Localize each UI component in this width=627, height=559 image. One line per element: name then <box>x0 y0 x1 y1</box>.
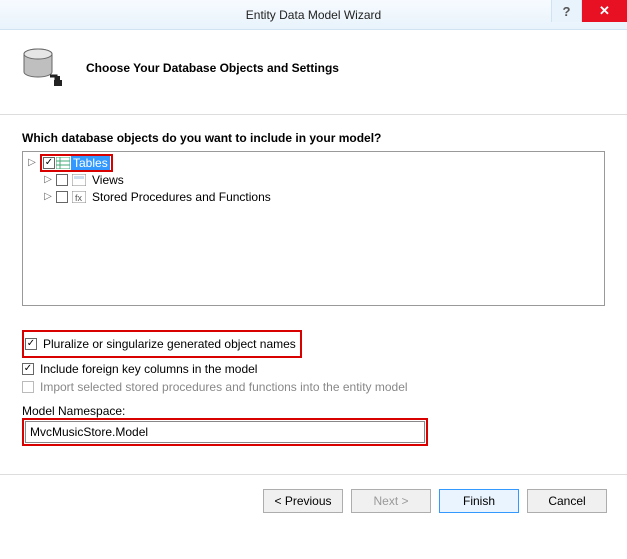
titlebar: Entity Data Model Wizard ? ✕ <box>0 0 627 30</box>
checkbox[interactable] <box>56 191 68 203</box>
wizard-footer: < Previous Next > Finish Cancel <box>0 475 627 527</box>
help-button[interactable]: ? <box>551 0 581 22</box>
option-label: Pluralize or singularize generated objec… <box>43 337 296 351</box>
option-pluralize[interactable]: Pluralize or singularize generated objec… <box>25 337 296 351</box>
objects-question: Which database objects do you want to in… <box>22 131 605 145</box>
checkbox[interactable] <box>43 157 55 169</box>
sproc-icon: fx <box>71 191 87 203</box>
tree-item-label: Stored Procedures and Functions <box>90 190 273 204</box>
cancel-button[interactable]: Cancel <box>527 489 607 513</box>
previous-button[interactable]: < Previous <box>263 489 343 513</box>
window-title: Entity Data Model Wizard <box>0 8 627 22</box>
namespace-label: Model Namespace: <box>22 404 605 418</box>
option-label: Import selected stored procedures and fu… <box>40 380 408 394</box>
next-button: Next > <box>351 489 431 513</box>
checkbox[interactable] <box>25 338 37 350</box>
options-section: Pluralize or singularize generated objec… <box>22 330 605 446</box>
objects-tree[interactable]: ▷ Tables ▷ Views ▷ fx Stored Procedur <box>22 151 605 306</box>
annotation-highlight: Pluralize or singularize generated objec… <box>22 330 302 358</box>
option-import-sprocs: Import selected stored procedures and fu… <box>22 380 605 394</box>
tree-item-views[interactable]: ▷ Views <box>43 171 600 188</box>
tree-item-label: Tables <box>71 156 110 170</box>
svg-text:fx: fx <box>75 193 83 203</box>
expander-icon[interactable]: ▷ <box>27 157 37 168</box>
database-icon <box>20 44 68 92</box>
view-icon <box>71 174 87 186</box>
option-foreign-keys[interactable]: Include foreign key columns in the model <box>22 362 605 376</box>
finish-button[interactable]: Finish <box>439 489 519 513</box>
tree-item-label: Views <box>90 173 126 187</box>
wizard-content: Which database objects do you want to in… <box>0 115 627 456</box>
tree-item-tables[interactable]: ▷ Tables <box>27 154 600 171</box>
annotation-highlight: Tables <box>40 154 113 172</box>
wizard-header-title: Choose Your Database Objects and Setting… <box>86 61 339 75</box>
wizard-header: Choose Your Database Objects and Setting… <box>0 30 627 115</box>
checkbox[interactable] <box>22 363 34 375</box>
checkbox <box>22 381 34 393</box>
expander-icon[interactable]: ▷ <box>43 191 53 202</box>
window-controls: ? ✕ <box>551 0 627 22</box>
table-icon <box>55 157 71 169</box>
option-label: Include foreign key columns in the model <box>40 362 257 376</box>
expander-icon[interactable]: ▷ <box>43 174 53 185</box>
close-button[interactable]: ✕ <box>581 0 627 22</box>
checkbox[interactable] <box>56 174 68 186</box>
tree-item-sprocs[interactable]: ▷ fx Stored Procedures and Functions <box>43 188 600 205</box>
namespace-input[interactable] <box>25 421 425 443</box>
annotation-highlight <box>22 418 428 446</box>
